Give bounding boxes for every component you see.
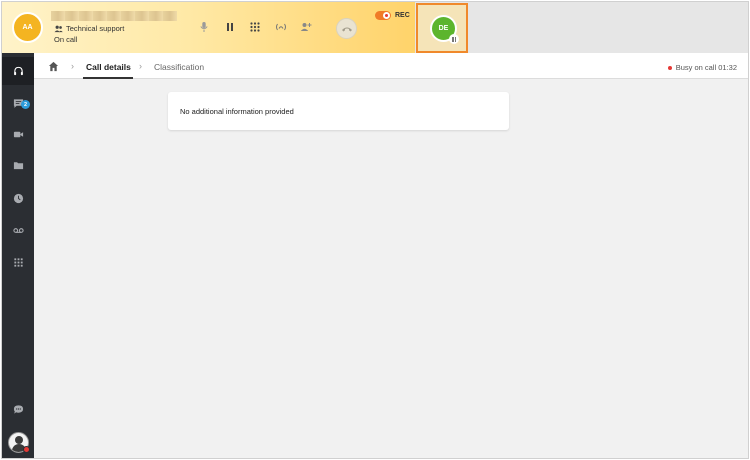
add-participant-icon bbox=[300, 23, 312, 31]
card-message: No additional information provided bbox=[180, 107, 294, 116]
sidebar-item-messages[interactable] bbox=[2, 395, 34, 423]
user-status-indicator bbox=[23, 446, 30, 453]
group-icon bbox=[54, 25, 63, 32]
on-hold-icon bbox=[449, 34, 459, 44]
tab-bar: › Call details › Classification Busy on … bbox=[34, 53, 748, 79]
sidebar-item-calls[interactable] bbox=[2, 57, 34, 85]
dialpad-button[interactable] bbox=[248, 20, 262, 34]
sidebar-item-apps[interactable] bbox=[2, 248, 34, 276]
dialpad-icon bbox=[250, 22, 260, 32]
unread-badge: 2 bbox=[21, 100, 30, 109]
sidebar-item-history[interactable] bbox=[2, 184, 34, 212]
history-icon bbox=[13, 193, 23, 203]
home-icon[interactable] bbox=[48, 61, 59, 72]
queue-info: Technical support bbox=[54, 24, 124, 33]
queue-label: Technical support bbox=[66, 24, 125, 33]
sidebar-item-video[interactable] bbox=[2, 120, 34, 148]
mute-button[interactable] bbox=[197, 20, 211, 34]
add-participant-button[interactable] bbox=[299, 20, 313, 34]
active-tab-indicator bbox=[83, 77, 133, 79]
tab-call-details[interactable]: Call details bbox=[86, 62, 131, 72]
record-toggle[interactable] bbox=[375, 11, 391, 20]
chat-bubble-icon bbox=[13, 404, 23, 414]
caller-name-redacted bbox=[51, 11, 177, 21]
sidebar-item-voicemail[interactable] bbox=[2, 216, 34, 244]
hangup-button[interactable] bbox=[336, 18, 357, 39]
record-label: REC bbox=[395, 12, 410, 19]
hangup-icon bbox=[341, 27, 352, 31]
sidebar: 2 bbox=[2, 53, 34, 458]
held-call-card[interactable]: DE bbox=[416, 3, 468, 53]
busy-status-label: Busy on call 01:32 bbox=[675, 63, 737, 72]
tab-classification[interactable]: Classification bbox=[154, 62, 204, 72]
app-window: AA Technical support On call REC DE 2 › … bbox=[1, 1, 749, 459]
call-bar: AA Technical support On call REC DE bbox=[2, 2, 748, 53]
video-icon bbox=[13, 131, 23, 137]
hold-button[interactable] bbox=[223, 20, 237, 34]
sidebar-item-chat[interactable]: 2 bbox=[2, 89, 34, 117]
voicemail-icon bbox=[12, 227, 24, 233]
transfer-button[interactable] bbox=[274, 20, 288, 34]
caller-avatar: AA bbox=[12, 12, 43, 43]
folder-icon bbox=[13, 161, 23, 169]
sidebar-item-files[interactable] bbox=[2, 151, 34, 179]
busy-status-dot bbox=[667, 65, 672, 70]
apps-grid-icon bbox=[13, 257, 23, 267]
breadcrumb-chevron-icon: › bbox=[71, 61, 74, 71]
call-status: On call bbox=[54, 35, 78, 44]
call-details-card: No additional information provided bbox=[168, 92, 509, 130]
breadcrumb-chevron-icon: › bbox=[139, 61, 142, 71]
transfer-icon bbox=[276, 23, 286, 31]
agent-status: Busy on call 01:32 bbox=[667, 63, 737, 72]
headset-icon bbox=[13, 66, 23, 75]
record-toggle-group: REC bbox=[375, 11, 410, 20]
pause-icon bbox=[227, 23, 233, 31]
microphone-icon bbox=[200, 22, 208, 32]
